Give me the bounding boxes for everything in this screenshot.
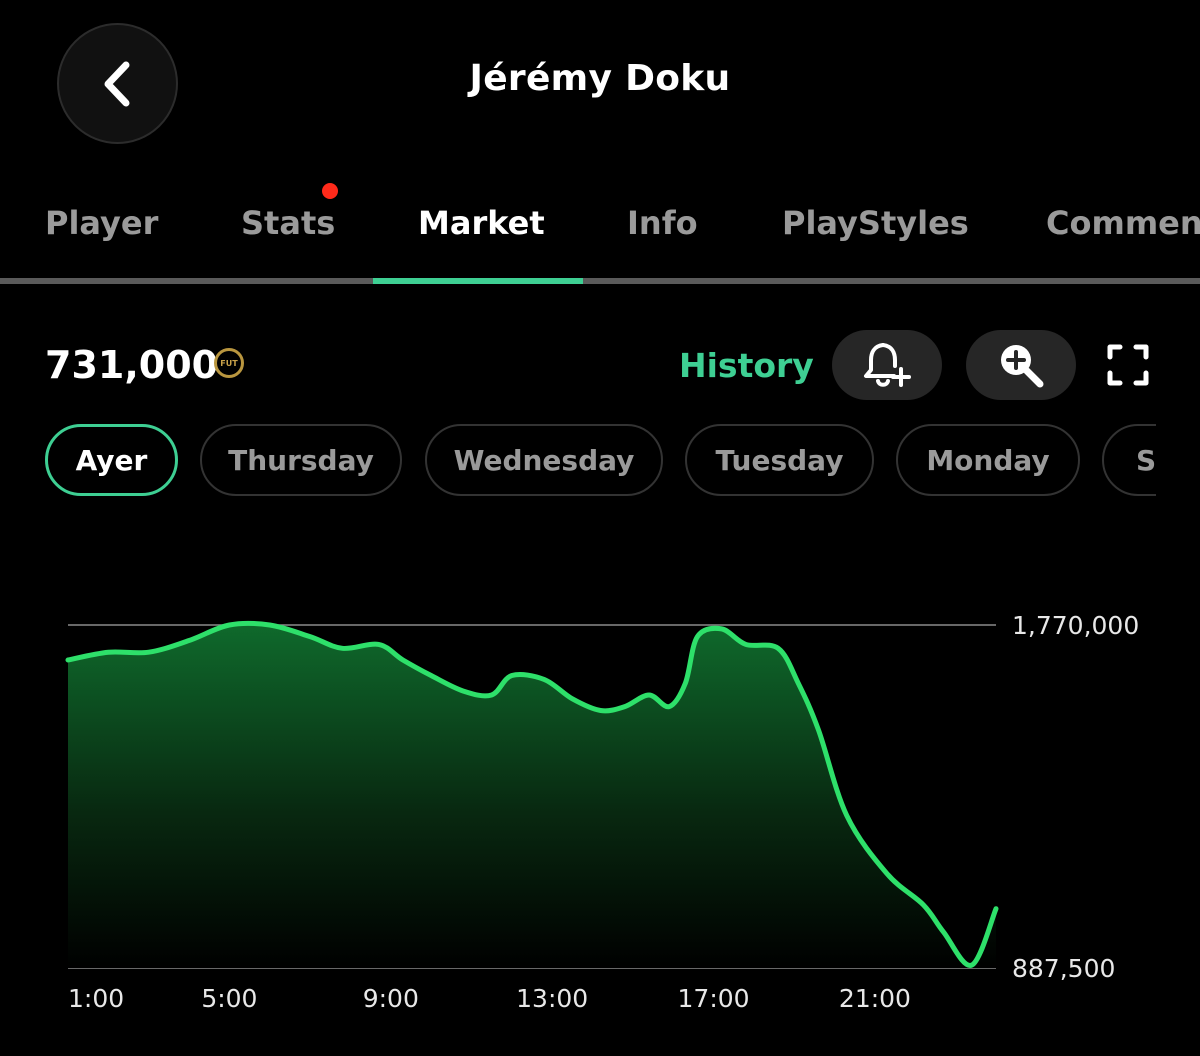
x-tick-label: 21:00	[839, 984, 911, 1013]
page-title: Jérémy Doku	[469, 58, 731, 99]
tab-player[interactable]: Player	[45, 204, 158, 242]
history-link[interactable]: History	[679, 346, 814, 385]
x-tick-label: 17:00	[678, 984, 750, 1013]
chip-thursday[interactable]: Thursday	[200, 424, 402, 496]
y-tick-label: 1,770,000	[1012, 611, 1139, 640]
current-price: 731,000	[45, 343, 219, 387]
header: Jérémy Doku	[0, 0, 1200, 170]
price-chart: 1,770,000 887,500 1:00 5:00 9:00 13:00 17:00 21…	[0, 520, 1200, 1056]
chip-ayer[interactable]: Ayer	[45, 424, 178, 496]
tab-comments[interactable]: Comments	[1046, 204, 1200, 242]
fullscreen-button[interactable]	[1100, 337, 1156, 393]
market-toolbar: 731,000 FUT History	[0, 325, 1200, 405]
x-tick-label: 5:00	[201, 984, 257, 1013]
price-alert-button[interactable]	[832, 330, 942, 400]
tab-playstyles[interactable]: PlayStyles	[782, 204, 969, 242]
zoom-in-icon	[1001, 345, 1044, 388]
chip-wednesday[interactable]: Wednesday	[425, 424, 663, 496]
fullscreen-icon	[1107, 344, 1149, 386]
chip-sunday[interactable]: Su	[1102, 424, 1156, 496]
active-tab-indicator	[373, 278, 583, 284]
chip-monday[interactable]: Monday	[896, 424, 1080, 496]
chip-tuesday[interactable]: Tuesday	[685, 424, 874, 496]
bell-plus-icon	[864, 343, 911, 387]
tab-divider	[0, 278, 1200, 284]
y-tick-label: 887,500	[1012, 954, 1115, 983]
tab-bar: Player Stats Market Info PlayStyles Comm…	[0, 190, 1200, 285]
x-tick-label: 9:00	[363, 984, 419, 1013]
price-chart-svg: 1,770,000 887,500 1:00 5:00 9:00 13:00 17:00 21…	[65, 611, 1139, 1013]
notification-dot	[322, 183, 338, 199]
tab-stats[interactable]: Stats	[241, 204, 335, 242]
day-selector: Ayer Thursday Wednesday Tuesday Monday S…	[0, 424, 1156, 498]
tab-info[interactable]: Info	[627, 204, 698, 242]
coin-icon: FUT	[214, 348, 244, 378]
zoom-button[interactable]	[966, 330, 1076, 400]
x-tick-label: 13:00	[516, 984, 588, 1013]
x-tick-label: 1:00	[68, 984, 124, 1013]
tab-market[interactable]: Market	[418, 204, 545, 242]
